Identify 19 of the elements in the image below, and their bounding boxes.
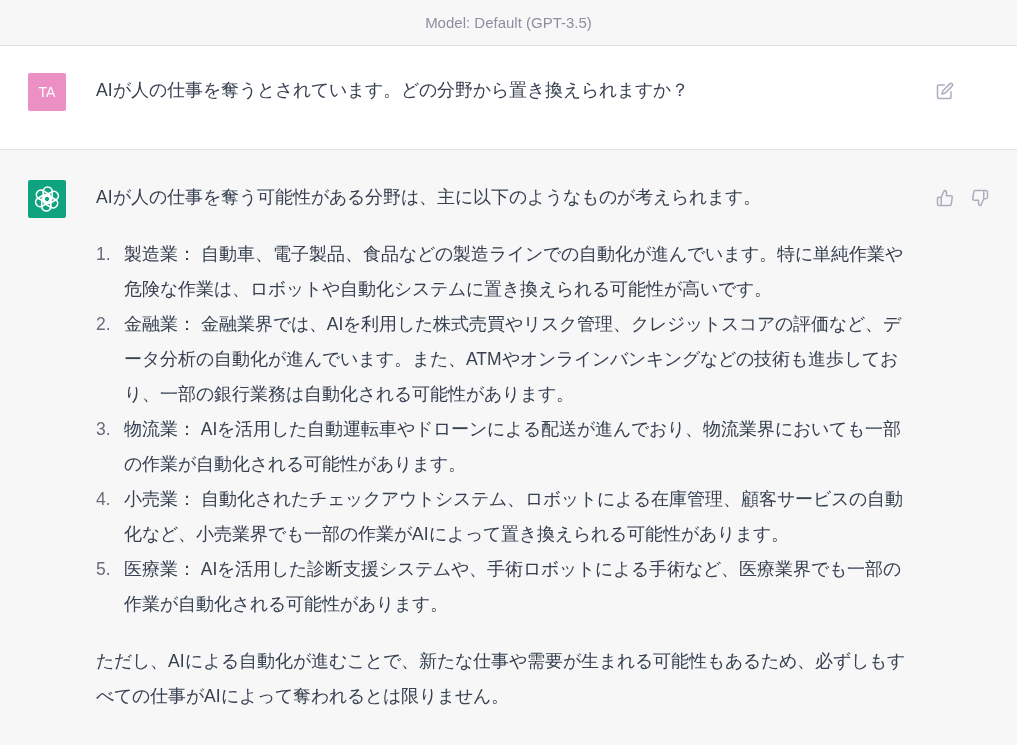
list-item-text: 金融業： 金融業界では、AIを利用した株式売買やリスク管理、クレジットスコアの評価など、データ分析の自動化が進んでいます。また、ATMやオンラインバンキングなどの技術も進歩しており、一部の銀行業務は自動化される可能性があります。 [124,313,903,406]
list-number: 3. [96,418,112,441]
edit-icon[interactable] [936,82,954,100]
list-number: 2. [96,313,112,336]
logo-icon [28,180,66,218]
message-text: ただし、AIによる自動化が進むことで、新たな仕事や需要が生まれる可能性もあるため、必ずしもすべての仕事がAIによって奪われるとは限りません。 [96,650,906,708]
message-text: AIが人の仕事を奪う可能性がある分野は、主に以下のようなものが考えられます。 [96,186,762,209]
list-item-text: 医療業： AIを活用した診断支援システムや、手術ロボットによる手術など、医療業界でも一部の作業が自動化される可能性があります。 [124,558,903,616]
thumbs-up-icon[interactable] [936,189,954,207]
list-item-text: 小売業： 自動化されたチェックアウトシステム、ロボットによる在庫管理、顧客サービスの自動化など、小売業界でも一部の作業がAIによって置き換えられる可能性があります。 [124,488,904,546]
list-number: 1. [96,243,112,266]
thumbs-down-icon[interactable] [971,189,989,207]
list-number: 5. [96,558,112,581]
model-label: Model: Default (GPT-3.5) [425,14,592,31]
message-text: AIが人の仕事を奪うとされています。どの分野から置き換えられますか？ [96,79,690,102]
list-item-text: 物流業： AIを活用した自動運転車やドローンによる配送が進んでおり、物流業界においても一部の作業が自動化される可能性があります。 [124,418,903,476]
user-avatar: TA [28,73,66,111]
list-item-text: 製造業： 自動車、電子製品、食品などの製造ラインでの自動化が進んでいます。特に単純作業や危険な作業は、ロボットや自動化システムに置き換えられる可能性が高いです。 [124,243,904,301]
list-number: 4. [96,488,112,511]
